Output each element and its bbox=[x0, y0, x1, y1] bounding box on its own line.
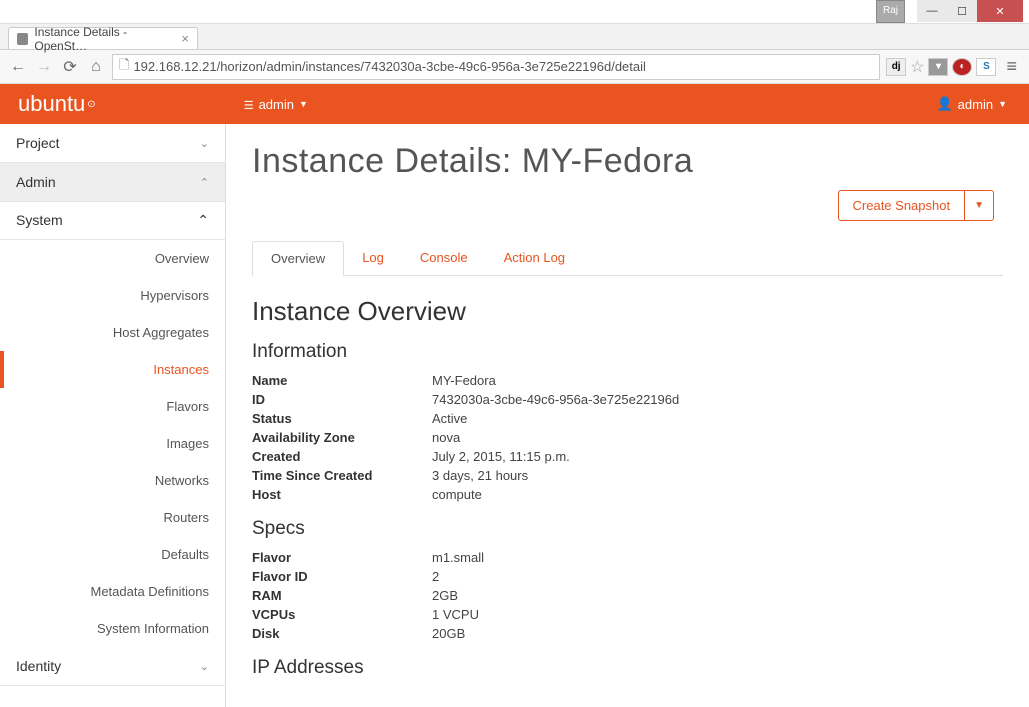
back-button[interactable]: ← bbox=[8, 57, 28, 77]
chevron-down-icon: ⌄ bbox=[200, 137, 209, 150]
spec-row-ram: RAM2GB bbox=[252, 586, 1003, 605]
project-dropdown-label: admin bbox=[259, 97, 294, 112]
info-row-name: NameMY-Fedora bbox=[252, 371, 1003, 390]
chevron-up-icon: ⌃ bbox=[197, 212, 209, 229]
tab-close-icon[interactable]: × bbox=[181, 31, 189, 46]
ip-heading: IP Addresses bbox=[252, 657, 1003, 679]
window-user-badge: Raj bbox=[876, 0, 905, 23]
sidebar-item-flavors[interactable]: Flavors bbox=[0, 388, 225, 425]
user-dropdown-label: admin bbox=[958, 97, 993, 112]
spec-row-flavor: Flavorm1.small bbox=[252, 548, 1003, 567]
specs-table: Flavorm1.small Flavor ID2 RAM2GB VCPUs1 … bbox=[252, 548, 1003, 643]
sidebar-item-host-aggregates[interactable]: Host Aggregates bbox=[0, 314, 225, 351]
sidebar: Project⌄ Admin⌃ System⌃ Overview Hypervi… bbox=[0, 124, 226, 707]
sidebar-item-overview[interactable]: Overview bbox=[0, 240, 225, 277]
window-close-button[interactable]: ✕ bbox=[977, 0, 1023, 22]
adblock-icon[interactable]: ◐ bbox=[952, 58, 972, 76]
django-extension-icon[interactable]: dj bbox=[886, 58, 906, 76]
extension-icon[interactable]: ▾ bbox=[928, 58, 948, 76]
brand-logo[interactable]: ubuntu⊙ bbox=[0, 91, 114, 117]
project-icon bbox=[244, 97, 254, 112]
browser-tab-strip: Instance Details - OpenSt… × bbox=[0, 24, 1029, 50]
browser-toolbar: ← → ⟳ ⌂ 🗋 192.168.12.21/horizon/admin/in… bbox=[0, 50, 1029, 84]
sidebar-item-networks[interactable]: Networks bbox=[0, 462, 225, 499]
sidebar-panel-admin[interactable]: Admin⌃ bbox=[0, 163, 225, 202]
page-actions: Create Snapshot ▼ bbox=[838, 190, 994, 221]
window-minimize-button[interactable]: — bbox=[917, 0, 947, 22]
caret-down-icon: ▼ bbox=[299, 99, 308, 109]
window-maximize-button[interactable]: ☐ bbox=[947, 0, 977, 22]
tab-overview[interactable]: Overview bbox=[252, 241, 344, 276]
url-text: 192.168.12.21/horizon/admin/instances/74… bbox=[133, 59, 645, 74]
extension-s-icon[interactable]: S bbox=[976, 58, 996, 76]
information-table: NameMY-Fedora ID7432030a-3cbe-49c6-956a-… bbox=[252, 371, 1003, 504]
spec-row-vcpus: VCPUs1 VCPU bbox=[252, 605, 1003, 624]
sidebar-item-images[interactable]: Images bbox=[0, 425, 225, 462]
info-row-created: CreatedJuly 2, 2015, 11:15 p.m. bbox=[252, 447, 1003, 466]
sidebar-panel-system[interactable]: System⌃ bbox=[0, 202, 225, 240]
main-content: Instance Details: MY-Fedora Create Snaps… bbox=[226, 124, 1029, 707]
spec-row-flavor-id: Flavor ID2 bbox=[252, 567, 1003, 586]
caret-down-icon: ▼ bbox=[998, 99, 1007, 109]
info-row-status: StatusActive bbox=[252, 409, 1003, 428]
tab-action-log[interactable]: Action Log bbox=[486, 241, 583, 275]
sidebar-item-metadata-definitions[interactable]: Metadata Definitions bbox=[0, 573, 225, 610]
extension-icons: dj ☆ ▾ ◐ S bbox=[886, 57, 996, 77]
brand-badge: ⊙ bbox=[87, 99, 95, 110]
user-dropdown[interactable]: 👤 admin ▼ bbox=[936, 96, 1007, 112]
overview-heading: Instance Overview bbox=[252, 296, 1003, 327]
create-snapshot-button[interactable]: Create Snapshot bbox=[838, 190, 966, 221]
page-icon: 🗋 bbox=[119, 56, 129, 78]
tab-console[interactable]: Console bbox=[402, 241, 486, 275]
spec-row-disk: Disk20GB bbox=[252, 624, 1003, 643]
info-row-az: Availability Zonenova bbox=[252, 428, 1003, 447]
favicon-icon bbox=[17, 33, 28, 45]
brand-text: ubuntu bbox=[18, 91, 85, 117]
browser-tab-title: Instance Details - OpenSt… bbox=[34, 25, 175, 53]
window-titlebar: Raj — ☐ ✕ bbox=[0, 0, 1029, 24]
browser-tab[interactable]: Instance Details - OpenSt… × bbox=[8, 27, 198, 49]
information-heading: Information bbox=[252, 341, 1003, 363]
sidebar-item-defaults[interactable]: Defaults bbox=[0, 536, 225, 573]
detail-tabs: Overview Log Console Action Log bbox=[252, 241, 1003, 276]
project-dropdown[interactable]: admin ▼ bbox=[244, 97, 308, 112]
sidebar-item-routers[interactable]: Routers bbox=[0, 499, 225, 536]
sidebar-item-system-information[interactable]: System Information bbox=[0, 610, 225, 647]
create-snapshot-dropdown[interactable]: ▼ bbox=[965, 190, 994, 221]
chevron-down-icon: ⌄ bbox=[200, 660, 209, 673]
page-title: Instance Details: MY-Fedora bbox=[252, 142, 1003, 181]
bookmark-star-icon[interactable]: ☆ bbox=[910, 57, 924, 77]
user-icon: 👤 bbox=[936, 96, 952, 112]
sidebar-panel-project[interactable]: Project⌄ bbox=[0, 124, 225, 163]
specs-heading: Specs bbox=[252, 518, 1003, 540]
info-row-id: ID7432030a-3cbe-49c6-956a-3e725e22196d bbox=[252, 390, 1003, 409]
browser-menu-button[interactable]: ≡ bbox=[1002, 56, 1021, 77]
forward-button[interactable]: → bbox=[34, 57, 54, 77]
sidebar-item-instances[interactable]: Instances bbox=[0, 351, 225, 388]
sidebar-panel-identity[interactable]: Identity⌄ bbox=[0, 647, 225, 686]
sidebar-item-hypervisors[interactable]: Hypervisors bbox=[0, 277, 225, 314]
info-row-host: Hostcompute bbox=[252, 485, 1003, 504]
chevron-up-icon: ⌃ bbox=[200, 176, 209, 189]
tab-log[interactable]: Log bbox=[344, 241, 402, 275]
address-bar[interactable]: 🗋 192.168.12.21/horizon/admin/instances/… bbox=[112, 54, 880, 80]
info-row-since: Time Since Created3 days, 21 hours bbox=[252, 466, 1003, 485]
app-header: ubuntu⊙ admin ▼ 👤 admin ▼ bbox=[0, 84, 1029, 124]
reload-button[interactable]: ⟳ bbox=[60, 57, 80, 77]
home-button[interactable]: ⌂ bbox=[86, 57, 106, 77]
